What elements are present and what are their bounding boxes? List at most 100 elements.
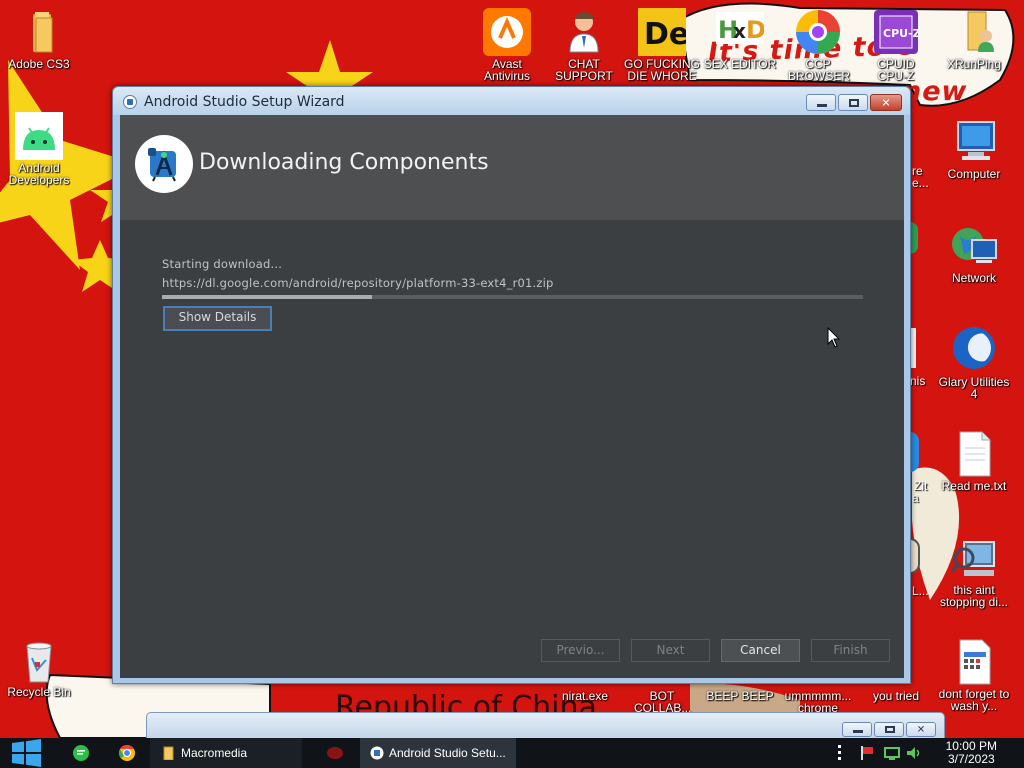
desktop-icon-label: Android Developers [8, 161, 70, 187]
avast-icon [483, 8, 531, 56]
desktop-icon-chat-support[interactable]: CHAT SUPPORT [546, 8, 622, 82]
desktop-icon-you-tried[interactable]: you tried [858, 688, 934, 702]
maximize-button[interactable] [874, 722, 904, 737]
desktop-icon-label: CCP BROWSER [788, 57, 851, 83]
window-titlebar[interactable]: Android Studio Setup Wizard ✕ [113, 87, 910, 115]
text-file-icon [950, 430, 998, 478]
chrome-icon [119, 744, 135, 761]
desktop-icon-android-developers[interactable]: Android Developers [1, 112, 77, 186]
network-icon [950, 222, 998, 270]
folder-icon [163, 746, 174, 760]
desktop-icon-label: GO FUCKING DIE WHORE [624, 57, 701, 83]
taskbar-item-label: Macromedia [181, 746, 248, 760]
browser-pinwheel-icon [794, 8, 842, 56]
android-studio-small-icon [123, 95, 137, 109]
taskbar-chrome[interactable] [112, 738, 142, 768]
mouse-cursor-icon [827, 327, 841, 348]
desktop-icon-xrunping[interactable]: XRunPing [936, 8, 1012, 70]
wizard-header: Downloading Components [120, 115, 904, 220]
desktop-icon-avast-antivirus[interactable]: Avast Antivirus [469, 8, 545, 82]
desktop-icon-label: Adobe CS3 [8, 57, 70, 71]
desktop-icon-label: BOT COLLAB... [634, 689, 692, 715]
desktop-icon-label: CHAT SUPPORT [555, 57, 613, 83]
network-tray-icon[interactable] [884, 745, 900, 761]
desktop-icon-ummmm-chrome[interactable]: ummmmm... chrome [780, 688, 856, 714]
desktop-icon-dont-forget[interactable]: dont forget to wash y... [936, 638, 1012, 712]
recycle-bin-icon [15, 636, 63, 684]
partial-icon-label: e... [912, 176, 929, 190]
desktop-icon-die-game[interactable]: De GO FUCKING DIE WHORE [624, 8, 700, 82]
hxd-icon: HxD [716, 8, 766, 56]
desktop-icon-label: Avast Antivirus [483, 57, 530, 83]
window-title: Android Studio Setup Wizard [144, 94, 345, 110]
desktop-icon-label: Network [951, 271, 996, 285]
desktop-icon-adobe-cs3[interactable]: Adobe CS3 [1, 8, 77, 70]
folder-icon [15, 8, 63, 56]
taskbar-item-android-studio-setup[interactable]: Android Studio Setu... [360, 738, 516, 768]
desktop-icon-hxd-editor[interactable]: HxD SEX EDITOR [702, 8, 778, 70]
desktop-icon-computer[interactable]: Computer [936, 118, 1012, 180]
android-studio-logo-icon [135, 135, 193, 193]
close-button[interactable]: ✕ [870, 94, 902, 111]
desktop-icon-label: ummmmm... chrome [784, 689, 852, 715]
taskbar-app-red[interactable] [320, 738, 350, 768]
desktop-icon-label: dont forget to wash y... [938, 687, 1010, 713]
minimize-button[interactable] [842, 722, 872, 737]
minimize-button[interactable] [806, 94, 836, 111]
flag-icon[interactable] [859, 745, 875, 761]
computer-search-icon [950, 534, 998, 582]
partial-icon-green [910, 222, 918, 254]
partial-icon-round [910, 538, 920, 574]
desktop-icon-label: XRunPing [946, 57, 1002, 71]
die-icon: De [638, 8, 689, 56]
desktop-icon-bot-collab[interactable]: BOT COLLAB... [624, 688, 700, 714]
computer-icon [950, 118, 998, 166]
desktop-icon-label: you tried [872, 689, 920, 703]
folder-user-icon [950, 8, 998, 56]
taskbar-item-macromedia[interactable]: Macromedia [150, 738, 302, 768]
svg-text:CPU-Z: CPU-Z [883, 27, 920, 40]
tray-overflow-icon[interactable] [838, 745, 842, 761]
desktop-icon-read-me[interactable]: Read me.txt [936, 430, 1012, 492]
download-progress-bar [162, 295, 863, 299]
cancel-button[interactable]: Cancel [721, 639, 800, 662]
desktop-icon-network[interactable]: Network [936, 222, 1012, 284]
taskbar-app-green[interactable] [66, 738, 96, 768]
taskbar-clock[interactable]: 10:00 PM 3/7/2023 [946, 740, 997, 766]
red-blob-icon [327, 747, 343, 759]
finish-button[interactable]: Finish [811, 639, 890, 662]
show-details-button[interactable]: Show Details [163, 306, 272, 331]
calendar-file-icon [950, 638, 998, 686]
wizard-content: Downloading Components Starting download… [120, 115, 904, 678]
next-button[interactable]: Next [631, 639, 710, 662]
desktop-icon-glary-utilities[interactable]: Glary Utilities 4 [936, 326, 1012, 400]
taskbar: Macromedia Android Studio Setu... 10:00 … [0, 738, 1024, 768]
download-url: https://dl.google.com/android/repository… [162, 276, 554, 290]
desktop-icon-beep-beep[interactable]: BEEP BEEP [702, 688, 778, 702]
close-button[interactable]: ✕ [906, 722, 936, 737]
maximize-button[interactable] [838, 94, 868, 111]
desktop-icon-label: CPUID CPU-Z [877, 57, 915, 83]
desktop-icon-cpuid-cpuz[interactable]: CPU-Z CPUID CPU-Z [858, 8, 934, 82]
desktop-icon-label: nirat.exe [561, 689, 609, 703]
clock-date: 3/7/2023 [947, 752, 995, 766]
partial-icon-label: nis [910, 374, 926, 388]
svg-text:D: D [746, 16, 764, 44]
start-button[interactable] [0, 738, 54, 768]
previous-button[interactable]: Previo... [541, 639, 620, 662]
glary-utilities-icon [950, 326, 998, 374]
download-status: Starting download... [162, 257, 283, 271]
windows-logo-icon [12, 739, 41, 767]
desktop-icon-label: BEEP BEEP [706, 689, 774, 703]
desktop-icon-label: this aint stopping di... [939, 583, 1009, 609]
desktop-icon-nirat[interactable]: nirat.exe [547, 688, 623, 702]
partial-icon-label: L... [912, 584, 929, 598]
partial-icon-label: a [912, 491, 919, 505]
desktop-icon-ccp-browser[interactable]: CCP BROWSER [780, 8, 856, 82]
taskbar-item-label: Android Studio Setu... [389, 746, 506, 760]
desktop-icon-recycle-bin[interactable]: Recycle Bin [1, 636, 77, 698]
volume-icon[interactable] [906, 745, 922, 761]
android-developers-icon [15, 112, 63, 160]
setup-wizard-window: Android Studio Setup Wizard ✕ Downloadin… [112, 86, 911, 684]
desktop-icon-this-aint-stopping[interactable]: this aint stopping di... [936, 534, 1012, 608]
